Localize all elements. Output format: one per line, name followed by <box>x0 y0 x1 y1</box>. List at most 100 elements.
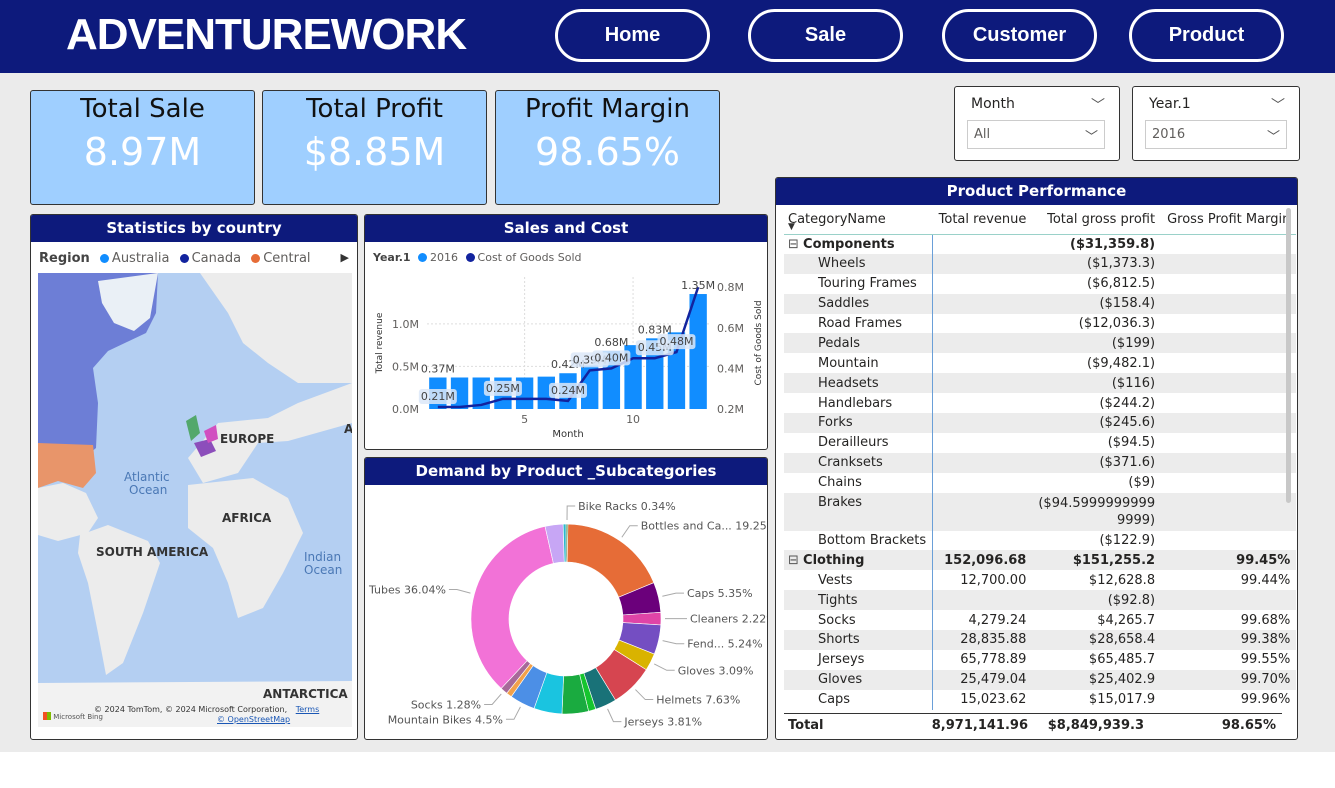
category-row[interactable]: ⊟ Clothing 152,096.68 $151,255.2 99.45% <box>784 550 1297 571</box>
table-cell: Gloves <box>784 669 934 690</box>
table-row[interactable]: Wheels ($1,373.3) <box>784 253 1297 274</box>
table-cell <box>1161 314 1296 334</box>
table-row[interactable]: Derailleurs ($94.5) <box>784 432 1296 453</box>
world-map[interactable]: EUROPE AFRICA SOUTH AMERICA ANTARCTICA A… <box>38 273 352 727</box>
leader-line <box>448 588 471 594</box>
year-dropdown[interactable]: 2016 ﹀ <box>1145 120 1287 149</box>
table-row[interactable]: Shorts 28,835.88 $28,658.4 99.38% <box>784 630 1297 650</box>
sort-desc-icon[interactable]: ▼ <box>788 222 795 232</box>
table-row[interactable]: Cranksets ($371.6) <box>784 452 1297 473</box>
bar <box>689 294 707 409</box>
table-cell: ⊟ Clothing <box>784 550 934 571</box>
table-cell: $4,265.7 <box>1097 612 1156 628</box>
donut-card: Demand by Product _Subcategories Bike Ra… <box>364 457 768 740</box>
table-cell: Vests <box>784 570 934 591</box>
collapse-icon[interactable]: ⊟ <box>788 237 803 252</box>
y2-tick-label: 0.6M <box>717 322 744 335</box>
table-cell <box>932 492 1033 531</box>
osm-link[interactable]: © OpenStreetMap <box>217 715 290 724</box>
column-header[interactable]: Total revenue <box>932 206 1033 235</box>
table-row[interactable]: Pedals ($199) <box>784 333 1297 354</box>
table-cell: $15,017.9 <box>1088 692 1156 708</box>
table-cell <box>933 353 1033 373</box>
table-cell: 99.96% <box>1240 692 1291 708</box>
table-row[interactable]: Chains ($9) <box>784 472 1296 493</box>
legend-next-arrow-icon[interactable]: ▶ <box>341 251 349 264</box>
table-row[interactable]: Forks ($245.6) <box>784 413 1297 433</box>
table-cell <box>1161 413 1297 433</box>
map-label: AFRICA <box>222 511 272 525</box>
table-cell: ($371.6) <box>1032 452 1162 473</box>
leader-line <box>484 693 502 706</box>
table-row[interactable]: Vests 12,700.00 $12,628.8 99.44% <box>784 570 1296 591</box>
table-cell <box>932 293 1033 314</box>
map-label: ANTARCTICA <box>263 687 348 701</box>
table-cell: ⊟ Components <box>784 234 934 254</box>
table-cell: ($94.5999999999 9999) <box>1032 492 1162 531</box>
table-row[interactable]: Brakes ($94.5999999999 9999) <box>784 492 1297 531</box>
table-cell: ($12,036.3) <box>1078 316 1156 331</box>
donut-chart[interactable]: Bike Racks 0.34% Bottles and Ca... 19.25%… <box>365 486 767 739</box>
terms-link[interactable]: Terms <box>296 705 320 714</box>
table-cell: Jerseys <box>784 649 934 670</box>
table-row[interactable]: Bottom Brackets ($122.9) <box>784 530 1296 551</box>
table-row[interactable]: Road Frames ($12,036.3) <box>784 313 1296 334</box>
card-title: Product Performance <box>776 178 1297 205</box>
map-attribution: © 2024 TomTom, © 2024 Microsoft Corporat… <box>94 705 319 714</box>
column-header[interactable]: Gross Profit Margin <box>1161 206 1297 235</box>
card-title: Sales and Cost <box>365 215 767 242</box>
table-cell <box>932 590 1033 611</box>
table-cell: Tights <box>784 590 934 611</box>
leader-line <box>635 689 654 701</box>
table-cell <box>1161 353 1296 373</box>
map-label: A <box>344 422 352 436</box>
map-legend: Region Australia Canada Central <box>39 251 311 266</box>
table-row[interactable]: Mountain ($9,482.1) <box>784 353 1296 374</box>
cell-text: Shorts <box>818 632 860 648</box>
cell-text: Socks <box>818 612 856 628</box>
table-cell: ($245.6) <box>1032 413 1162 433</box>
legend-item: Australia <box>111 251 170 266</box>
map-card: Statistics by country Region Australia C… <box>30 214 358 740</box>
month-dropdown[interactable]: All ﹀ <box>967 120 1105 149</box>
table-cell: $12,628.8 <box>1088 572 1156 588</box>
table-row[interactable]: Socks 4,279.24 $4,265.7 99.68% <box>784 610 1296 631</box>
collapse-chevron-icon[interactable]: ﹀ <box>1271 95 1285 115</box>
column-header[interactable]: Total gross profit <box>1032 206 1162 235</box>
table-row[interactable]: Saddles ($158.4) <box>784 293 1297 314</box>
table-row[interactable]: Caps 15,023.62 $15,017.9 99.96% <box>784 689 1296 710</box>
total-label: Total <box>788 718 824 733</box>
cell-text: Cranksets <box>818 455 883 471</box>
kpi-total-sale: Total Sale 8.97M <box>30 90 255 205</box>
table-row[interactable]: Tights ($92.8) <box>784 590 1297 611</box>
table-row[interactable]: Handlebars ($244.2) <box>784 393 1296 414</box>
collapse-chevron-icon[interactable]: ﹀ <box>1091 95 1105 115</box>
nav-product-button[interactable]: Product <box>1129 9 1284 62</box>
table-row[interactable]: Touring Frames ($6,812.5) <box>784 273 1296 294</box>
table-row[interactable]: Jerseys 65,778.89 $65,485.7 99.55% <box>784 649 1296 670</box>
category-row[interactable]: ⊟ Components ($31,359.8) <box>784 234 1296 254</box>
month-slicer: Month ﹀ All ﹀ <box>954 86 1120 161</box>
nav-customer-button[interactable]: Customer <box>942 9 1097 62</box>
table-cell: Mountain <box>784 353 934 374</box>
leader-line <box>505 706 521 720</box>
table-row[interactable]: Headsets ($116) <box>784 373 1297 394</box>
column-header[interactable]: CategoryName <box>784 206 933 235</box>
kpi-profit-margin: Profit Margin 98.65% <box>495 90 720 205</box>
cell-text: Components <box>803 236 895 252</box>
cell-text: Caps <box>818 692 851 708</box>
table-cell: 65,778.89 <box>960 652 1027 668</box>
table-cell: Derailleurs <box>784 432 934 453</box>
table-row[interactable]: Gloves 25,479.04 $25,402.9 99.70% <box>784 669 1297 690</box>
nav-sale-button[interactable]: Sale <box>748 9 903 62</box>
collapse-icon[interactable]: ⊟ <box>788 553 803 568</box>
table-cell <box>933 393 1033 413</box>
slice-label: Fend... 5.24% <box>687 638 762 651</box>
sales-cost-chart[interactable]: 0.0M0.5M1.0M0.2M0.4M0.6M0.8M5 100.37M 0.42… <box>365 265 767 449</box>
map-label: EUROPE <box>220 432 274 446</box>
table-total-row: Total 8,971,141.96 $8,849,939.3 98.65% <box>784 713 1282 737</box>
table-scrollbar[interactable] <box>1286 208 1291 503</box>
legend-dot-icon <box>418 253 428 262</box>
table-cell <box>1161 333 1297 354</box>
nav-home-button[interactable]: Home <box>555 9 710 62</box>
